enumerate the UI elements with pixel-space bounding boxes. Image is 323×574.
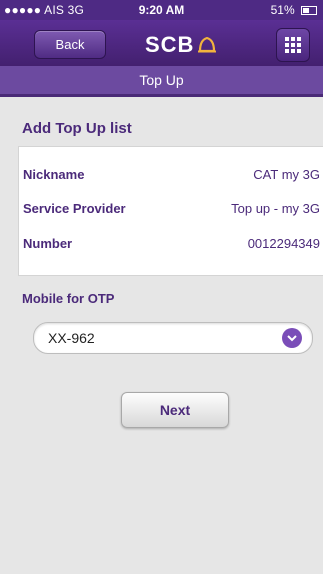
- detail-row-nickname: Nickname CAT my 3G: [23, 167, 320, 187]
- detail-row-number: Number 0012294349: [23, 236, 320, 256]
- nav-bar: Back SCB: [0, 20, 323, 66]
- battery-indicator: 51%: [271, 3, 317, 17]
- detail-value: 0012294349: [247, 236, 320, 251]
- details-card: Nickname CAT my 3G Service Provider Top …: [18, 146, 323, 276]
- otp-label: Mobile for OTP: [22, 291, 115, 306]
- detail-row-service-provider: Service Provider Top up - my 3G: [23, 201, 320, 221]
- otp-mobile-select[interactable]: XX-962: [33, 322, 313, 354]
- detail-label: Service Provider: [23, 201, 126, 216]
- otp-selected-value: XX-962: [48, 330, 95, 346]
- bell-logo-icon: [198, 36, 217, 53]
- detail-value: Top up - my 3G: [231, 201, 320, 216]
- back-button[interactable]: Back: [34, 30, 106, 59]
- brand-logo: SCB: [145, 32, 217, 58]
- brand-name: SCB: [145, 32, 195, 57]
- detail-label: Number: [23, 236, 73, 251]
- grid-icon: [285, 37, 301, 53]
- detail-label: Nickname: [23, 167, 85, 182]
- section-title: Add Top Up list: [22, 120, 132, 137]
- next-button[interactable]: Next: [121, 392, 229, 428]
- status-bar: ●●●●● AIS 3G 9:20 AM 51%: [0, 0, 323, 20]
- battery-icon: [301, 6, 317, 16]
- page-title: Top Up: [0, 66, 323, 97]
- chevron-down-icon[interactable]: [282, 328, 302, 348]
- detail-value: CAT my 3G: [253, 167, 320, 182]
- menu-grid-button[interactable]: [276, 28, 310, 62]
- battery-percent: 51%: [270, 3, 295, 17]
